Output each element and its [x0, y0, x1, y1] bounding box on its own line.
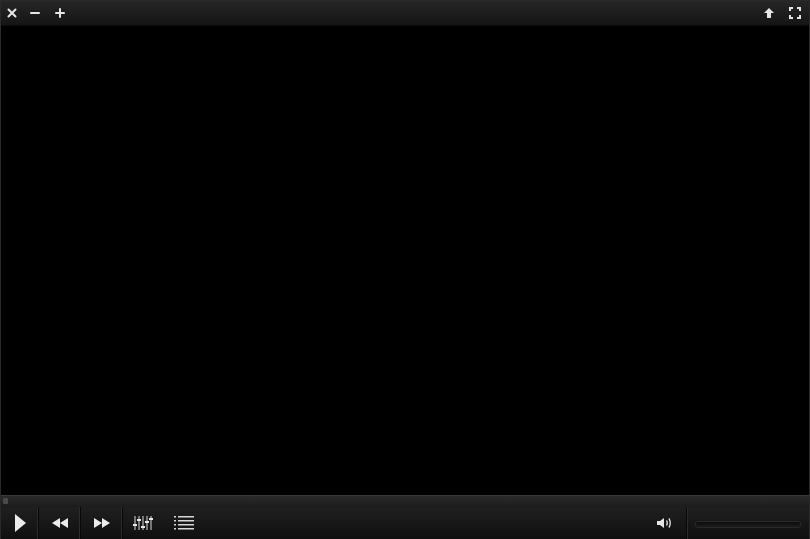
- arrow-up-icon: [764, 8, 774, 18]
- volume-divider: [686, 507, 687, 539]
- equalizer-icon: [133, 516, 153, 530]
- rewind-icon: [51, 518, 68, 528]
- title-bar[interactable]: [1, 1, 809, 26]
- fast-forward-icon: [93, 518, 110, 528]
- equalizer-button[interactable]: [125, 507, 163, 539]
- maximize-button[interactable]: [51, 4, 69, 22]
- minimize-button[interactable]: [26, 4, 44, 22]
- media-player-window: [0, 0, 810, 539]
- close-icon: [7, 8, 17, 18]
- always-on-top-button[interactable]: [760, 4, 778, 22]
- play-button[interactable]: [1, 507, 39, 539]
- fast-forward-button[interactable]: [81, 507, 123, 539]
- plus-icon: [55, 8, 65, 18]
- fullscreen-icon: [789, 7, 801, 19]
- play-icon: [14, 514, 26, 532]
- volume-slider[interactable]: [695, 521, 801, 528]
- control-bar: [1, 507, 809, 539]
- minimize-icon: [30, 12, 40, 14]
- playlist-button[interactable]: [165, 507, 203, 539]
- close-button[interactable]: [3, 4, 21, 22]
- video-display[interactable]: [1, 26, 809, 494]
- volume-button[interactable]: [647, 507, 683, 539]
- rewind-button[interactable]: [39, 507, 81, 539]
- fullscreen-button[interactable]: [786, 4, 804, 22]
- volume-icon: [657, 518, 671, 528]
- seek-handle[interactable]: [3, 498, 8, 504]
- playlist-icon: [174, 516, 194, 530]
